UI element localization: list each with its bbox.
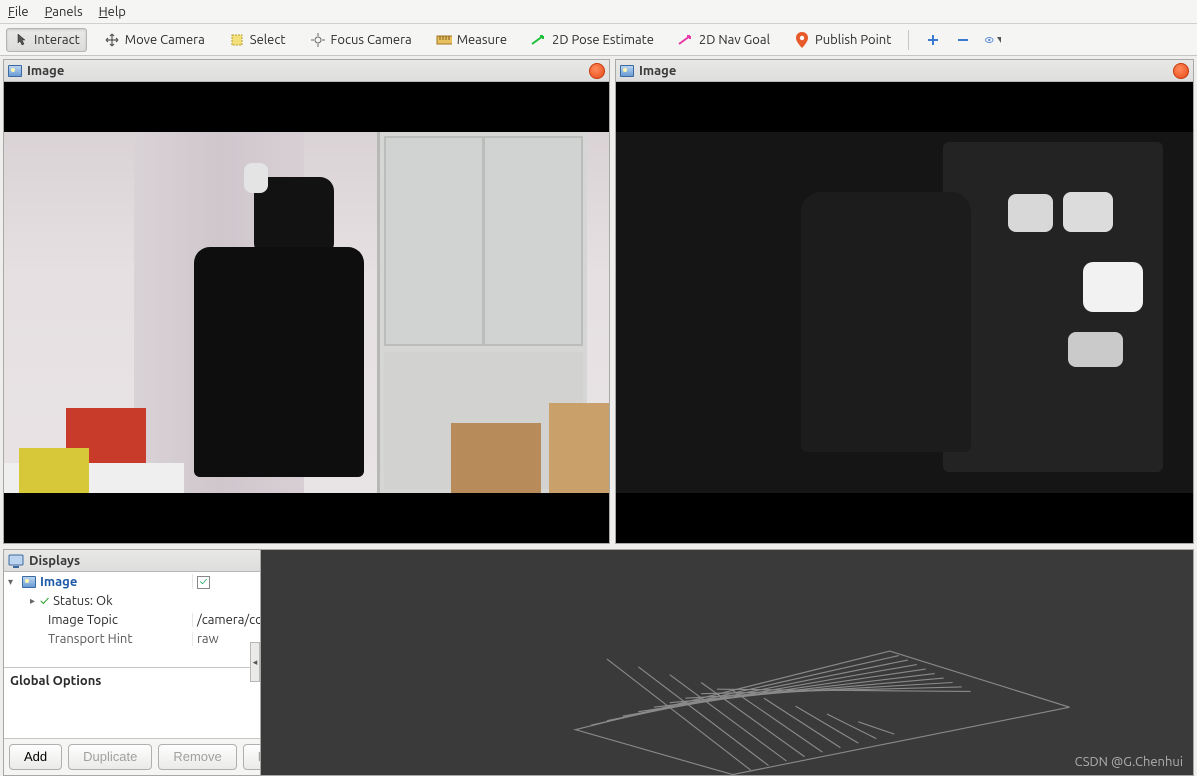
move-camera-label: Move Camera (125, 33, 205, 47)
visibility-dropdown[interactable] (985, 32, 1001, 48)
interact-icon (13, 32, 29, 48)
image-icon (22, 576, 36, 588)
tree-root-label: Image (40, 575, 192, 589)
measure-tool[interactable]: Measure (429, 28, 514, 52)
pin-icon (794, 32, 810, 48)
publish-point-label: Publish Point (815, 33, 891, 47)
pose-estimate-label: 2D Pose Estimate (552, 33, 654, 47)
measure-label: Measure (457, 33, 507, 47)
watermark-text: CSDN @G.Chenhui (1075, 755, 1183, 769)
image-panel-right: Image (615, 59, 1194, 544)
main-layout: Image (0, 56, 1197, 760)
select-label: Select (250, 33, 286, 47)
pose-arrow-icon (531, 32, 547, 48)
focus-camera-icon (310, 32, 326, 48)
image-icon (8, 65, 22, 77)
displays-icon (8, 553, 24, 569)
nav-goal-tool[interactable]: 2D Nav Goal (671, 28, 777, 52)
collapse-icon[interactable]: ▾ (8, 576, 18, 588)
add-button[interactable]: Add (9, 744, 62, 770)
pose-estimate-tool[interactable]: 2D Pose Estimate (524, 28, 661, 52)
camera-image-view[interactable] (4, 82, 609, 543)
ok-check-icon: ✓ (40, 594, 49, 608)
global-options-title: Global Options (10, 674, 101, 688)
duplicate-button: Duplicate (68, 744, 152, 770)
3d-view[interactable]: ◂ CSDN @G.Chenhui (260, 549, 1194, 776)
image-panel-right-title: Image (639, 64, 1168, 78)
menu-panels[interactable]: Panels (45, 5, 83, 19)
close-icon[interactable] (589, 63, 605, 79)
menubar: File Panels Help (0, 0, 1197, 24)
close-icon[interactable] (1173, 63, 1189, 79)
focus-camera-tool[interactable]: Focus Camera (303, 28, 419, 52)
image-panel-left-title: Image (27, 64, 584, 78)
image-topic-label: Image Topic (48, 613, 192, 627)
toolbar: Interact Move Camera Select Focus Camera… (0, 24, 1197, 56)
move-camera-icon (104, 32, 120, 48)
depth-image-view[interactable] (616, 82, 1193, 543)
image-panel-right-header[interactable]: Image (616, 60, 1193, 82)
publish-point-tool[interactable]: Publish Point (787, 28, 898, 52)
grid-plane (261, 550, 1193, 775)
add-icon[interactable] (925, 32, 941, 48)
nav-goal-label: 2D Nav Goal (699, 33, 770, 47)
checkbox-icon[interactable]: ✓ (197, 576, 210, 589)
status-label: Status: Ok (49, 594, 192, 608)
focus-camera-label: Focus Camera (331, 33, 412, 47)
interact-tool[interactable]: Interact (6, 28, 87, 52)
image-panel-left: Image (3, 59, 610, 544)
menu-file[interactable]: File (8, 5, 29, 19)
select-tool[interactable]: Select (222, 28, 293, 52)
remove-button: Remove (158, 744, 236, 770)
image-panel-left-header[interactable]: Image (4, 60, 609, 82)
transport-hint-label: Transport Hint (48, 632, 192, 646)
menu-help[interactable]: Help (99, 5, 126, 19)
select-icon (229, 32, 245, 48)
image-icon (620, 65, 634, 77)
expand-icon[interactable]: ▸ (30, 595, 40, 607)
remove-icon[interactable] (955, 32, 971, 48)
interact-label: Interact (34, 33, 80, 47)
nav-arrow-icon (678, 32, 694, 48)
measure-icon (436, 32, 452, 48)
move-camera-tool[interactable]: Move Camera (97, 28, 212, 52)
collapse-handle[interactable]: ◂ (250, 642, 260, 682)
toolbar-separator (908, 30, 909, 50)
